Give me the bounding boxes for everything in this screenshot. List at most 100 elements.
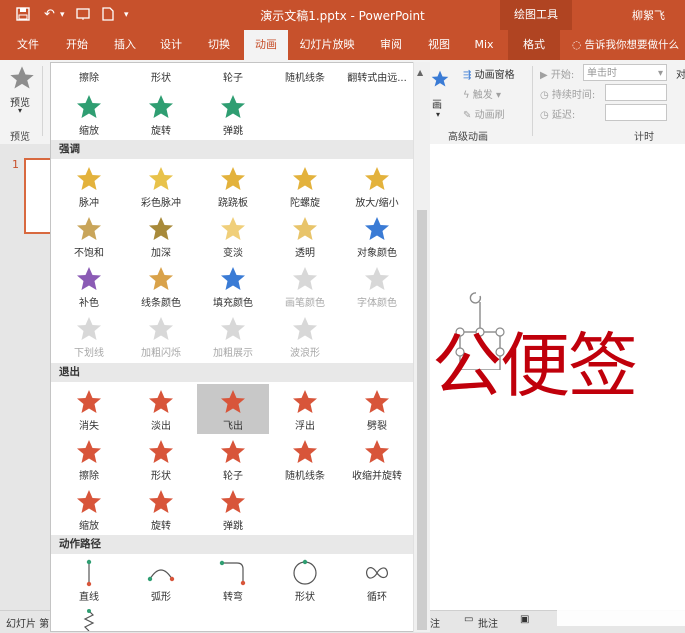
emphasis-effect-item[interactable]: 陀螺旋 <box>269 161 341 211</box>
tab-view[interactable]: 视图 <box>416 30 462 60</box>
exit-effect-item[interactable]: 弹跳 <box>197 484 269 534</box>
scrollbar-thumb[interactable] <box>417 210 427 630</box>
emphasis-section-header: 强调 <box>51 140 413 159</box>
entrance-effect-item[interactable]: 旋转 <box>125 89 197 139</box>
animation-star-icon <box>293 390 317 413</box>
tab-mix[interactable]: Mix <box>464 30 504 60</box>
emphasis-effect-item[interactable]: 变淡 <box>197 211 269 261</box>
animation-star-icon <box>149 490 173 513</box>
tab-insert[interactable]: 插入 <box>104 30 146 60</box>
emphasis-effect-item[interactable]: 字体颜色 <box>341 261 413 311</box>
tab-format[interactable]: 格式 <box>508 30 560 60</box>
add-animation-star-icon[interactable] <box>430 68 450 93</box>
animation-star-icon <box>221 267 245 290</box>
tab-home[interactable]: 开始 <box>56 30 98 60</box>
notes-button[interactable]: 注 <box>430 615 440 630</box>
emphasis-effect-item[interactable]: 加粗闪烁 <box>125 311 197 361</box>
trigger-button[interactable]: ϟ 触发 ▾ <box>463 86 501 101</box>
slide-number: 1 <box>12 158 19 171</box>
emphasis-effect-item[interactable]: 透明 <box>269 211 341 261</box>
emphasis-effect-item[interactable]: 线条颜色 <box>125 261 197 311</box>
preview-dropdown-icon[interactable]: ▾ <box>18 106 22 115</box>
tab-file[interactable]: 文件 <box>6 30 50 60</box>
window-title: 演示文稿1.pptx - PowerPoint <box>260 9 425 23</box>
start-icon: ▶ <box>540 70 548 81</box>
user-name[interactable]: 柳絮飞 <box>632 7 665 23</box>
start-select[interactable]: 单击时 ▾ <box>583 64 667 81</box>
animation-star-icon <box>77 267 101 290</box>
advanced-animation-group-label: 高级动画 <box>448 132 488 143</box>
ribbon-separator <box>532 66 533 136</box>
motion-path-item[interactable]: 直线 <box>53 555 125 605</box>
animation-star-icon <box>221 490 245 513</box>
emphasis-effect-item[interactable]: 彩色脉冲 <box>125 161 197 211</box>
add-animation-dropdown-icon[interactable]: ▾ <box>436 110 440 119</box>
emphasis-effect-item[interactable]: 填充颜色 <box>197 261 269 311</box>
motion-path-item[interactable]: 转弯 <box>197 555 269 605</box>
emphasis-effect-item[interactable]: 对象颜色 <box>341 211 413 261</box>
animation-star-icon <box>365 167 389 190</box>
normal-view-icon[interactable]: ▣ <box>520 614 529 625</box>
delay-clock-icon: ◷ <box>540 110 549 121</box>
line-path-icon <box>86 559 92 587</box>
emphasis-effect-item[interactable]: 补色 <box>53 261 125 311</box>
emphasis-effect-item[interactable]: 画笔颜色 <box>269 261 341 311</box>
animation-star-icon <box>149 267 173 290</box>
exit-effect-item[interactable]: 缩放 <box>53 484 125 534</box>
animation-pane-button[interactable]: ⇶ 动画窗格 <box>463 66 515 81</box>
emphasis-effect-item[interactable]: 加粗展示 <box>197 311 269 361</box>
preview-group-label: 预览 <box>10 132 30 143</box>
exit-effect-item[interactable]: 浮出 <box>269 384 341 434</box>
animation-star-icon <box>77 95 101 118</box>
tab-review[interactable]: 审阅 <box>368 30 414 60</box>
wave-path-icon[interactable] <box>75 609 103 632</box>
exit-effect-item[interactable]: 淡出 <box>125 384 197 434</box>
exit-effect-item[interactable]: 旋转 <box>125 484 197 534</box>
ribbon-separator <box>42 66 43 136</box>
comments-icon[interactable]: ▭ <box>464 614 473 625</box>
emphasis-effect-item[interactable]: 跷跷板 <box>197 161 269 211</box>
motion-path-item[interactable]: 弧形 <box>125 555 197 605</box>
tab-design[interactable]: 设计 <box>150 30 192 60</box>
exit-effect-item[interactable]: 收缩并旋转 <box>341 434 413 484</box>
emphasis-effect-item[interactable]: 放大/缩小 <box>341 161 413 211</box>
entrance-effect-item[interactable]: 随机线条 <box>269 67 341 117</box>
exit-effect-item[interactable]: 飞出 <box>197 384 269 434</box>
preview-star-icon[interactable] <box>8 64 36 95</box>
animation-star-icon <box>149 390 173 413</box>
comments-button[interactable]: 批注 <box>478 615 498 630</box>
emphasis-effect-item[interactable]: 不饱和 <box>53 211 125 261</box>
exit-effect-item[interactable]: 劈裂 <box>341 384 413 434</box>
gallery-scrollbar[interactable]: ▲ <box>413 62 430 632</box>
entrance-effect-item[interactable]: 缩放 <box>53 89 125 139</box>
tab-transitions[interactable]: 切换 <box>198 30 240 60</box>
animation-star-icon <box>149 317 173 340</box>
entrance-effect-item[interactable]: 翻转式由远... <box>341 67 413 117</box>
slide-text[interactable]: 公便签 <box>432 326 638 406</box>
entrance-effect-item[interactable]: 弹跳 <box>197 89 269 139</box>
add-animation-button[interactable]: 画 <box>432 96 442 111</box>
animation-star-icon <box>149 95 173 118</box>
motion-path-item[interactable]: 循环 <box>341 555 413 605</box>
duration-label: ◷ 持续时间: <box>540 86 595 101</box>
animation-star-icon <box>77 167 101 190</box>
painter-icon: ✎ <box>463 110 472 121</box>
duration-input[interactable] <box>605 84 667 101</box>
exit-effect-item[interactable]: 擦除 <box>53 434 125 484</box>
motion-path-item[interactable]: 形状 <box>269 555 341 605</box>
exit-effect-item[interactable]: 消失 <box>53 384 125 434</box>
emphasis-effect-item[interactable]: 下划线 <box>53 311 125 361</box>
exit-effect-item[interactable]: 随机线条 <box>269 434 341 484</box>
scroll-up-icon[interactable]: ▲ <box>417 68 423 77</box>
animation-painter-button[interactable]: ✎ 动画刷 <box>463 106 505 121</box>
tab-slideshow[interactable]: 幻灯片放映 <box>292 30 362 60</box>
exit-effect-item[interactable]: 轮子 <box>197 434 269 484</box>
animation-star-icon <box>221 317 245 340</box>
exit-effect-item[interactable]: 形状 <box>125 434 197 484</box>
tell-me-box[interactable]: ◌ 告诉我你想要做什么 <box>572 30 679 60</box>
tab-animations[interactable]: 动画 <box>244 30 288 60</box>
delay-input[interactable] <box>605 104 667 121</box>
emphasis-effect-item[interactable]: 加深 <box>125 211 197 261</box>
emphasis-effect-item[interactable]: 波浪形 <box>269 311 341 361</box>
emphasis-effect-item[interactable]: 脉冲 <box>53 161 125 211</box>
